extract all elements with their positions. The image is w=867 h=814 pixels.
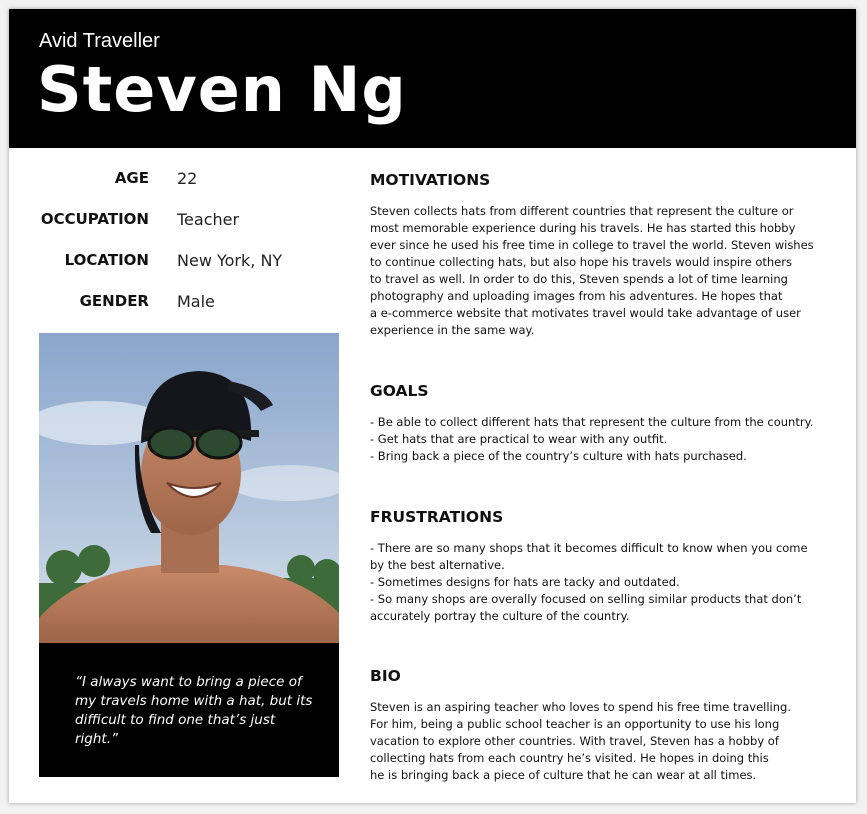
- section-body: Steven collects hats from different coun…: [370, 203, 820, 339]
- body-line: to continue collecting hats, but also ho…: [370, 255, 792, 269]
- persona-photo: [39, 333, 339, 643]
- body-line: Steven is an aspiring teacher who loves …: [370, 700, 791, 714]
- portrait-illustration: [39, 333, 339, 643]
- fact-value: New York, NY: [177, 251, 283, 270]
- section-title: BIO: [370, 667, 401, 685]
- body-line: - Bring back a piece of the country’s cu…: [370, 449, 747, 463]
- section-body: Steven is an aspiring teacher who loves …: [370, 699, 820, 784]
- fact-gender: GENDER Male: [9, 292, 339, 314]
- fact-value: 22: [177, 169, 198, 188]
- persona-quote: “I always want to bring a piece of my tr…: [75, 674, 313, 747]
- body-line: experience in the same way.: [370, 323, 535, 337]
- fact-label: LOCATION: [64, 251, 149, 269]
- section-title: MOTIVATIONS: [370, 171, 491, 189]
- body-line: to travel as well. In order to do this, …: [370, 272, 788, 286]
- fact-value: Male: [177, 292, 215, 311]
- body-line: ever since he used his free time in coll…: [370, 238, 814, 252]
- persona-header: Avid Traveller Steven Ng: [9, 9, 856, 148]
- body-line: accurately portray the culture of the co…: [370, 609, 630, 623]
- body-line: - Get hats that are practical to wear wi…: [370, 432, 668, 446]
- section-bio: BIO Steven is an aspiring teacher who lo…: [370, 667, 820, 784]
- body-line: For him, being a public school teacher i…: [370, 717, 780, 731]
- body-line: Steven collects hats from different coun…: [370, 204, 794, 218]
- persona-subtitle: Avid Traveller: [39, 30, 160, 52]
- fact-label: AGE: [114, 169, 149, 187]
- body-line: most memorable experience during his tra…: [370, 221, 796, 235]
- section-goals: GOALS - Be able to collect different hat…: [370, 382, 820, 465]
- body-line: photography and uploading images from hi…: [370, 289, 783, 303]
- body-line: vacation to explore other countries. Wit…: [370, 734, 779, 748]
- fact-value: Teacher: [177, 210, 240, 229]
- section-motivations: MOTIVATIONS Steven collects hats from di…: [370, 171, 820, 339]
- persona-name: Steven Ng: [37, 53, 407, 126]
- body-line: collecting hats from each country he’s v…: [370, 751, 769, 765]
- body-line: he is bringing back a piece of culture t…: [370, 768, 757, 782]
- section-title: GOALS: [370, 382, 429, 400]
- fact-location: LOCATION New York, NY: [9, 251, 339, 273]
- body-line: - There are so many shops that it become…: [370, 541, 808, 555]
- fact-occupation: OCCUPATION Teacher: [9, 210, 339, 232]
- quote-box: “I always want to bring a piece of my tr…: [39, 643, 339, 777]
- body-line: by the best alternative.: [370, 558, 505, 572]
- body-line: - So many shops are overally focused on …: [370, 592, 802, 606]
- section-frustrations: FRUSTRATIONS - There are so many shops t…: [370, 508, 820, 625]
- section-title: FRUSTRATIONS: [370, 508, 504, 526]
- section-body: - Be able to collect different hats that…: [370, 414, 820, 465]
- fact-label: GENDER: [79, 292, 149, 310]
- persona-card: Avid Traveller Steven Ng AGE 22 OCCUPATI…: [9, 9, 856, 803]
- body-line: a e-commerce website that motivates trav…: [370, 306, 801, 320]
- fact-age: AGE 22: [9, 169, 339, 191]
- body-line: - Be able to collect different hats that…: [370, 415, 814, 429]
- body-line: - Sometimes designs for hats are tacky a…: [370, 575, 680, 589]
- fact-label: OCCUPATION: [40, 210, 149, 228]
- section-body: - There are so many shops that it become…: [370, 540, 820, 625]
